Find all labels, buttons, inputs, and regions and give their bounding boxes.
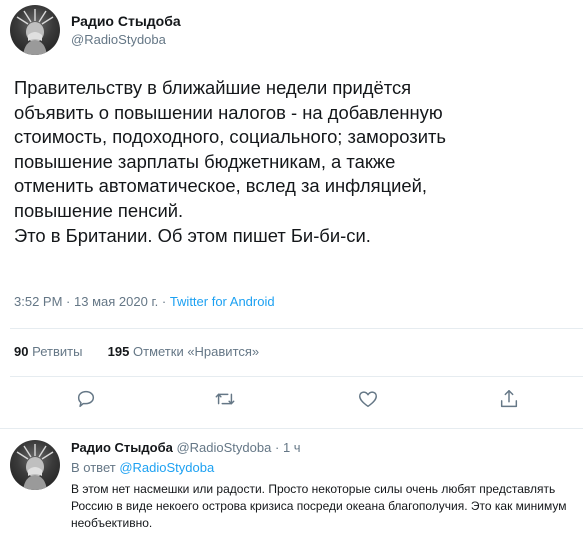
author-handle[interactable]: @RadioStydoba (71, 32, 166, 47)
reply-age[interactable]: 1 ч (283, 440, 301, 455)
avatar[interactable] (10, 5, 60, 55)
tweet-time[interactable]: 3:52 PM (14, 294, 62, 309)
avatar-image (16, 444, 54, 490)
retweets-stat[interactable]: 90 Ретвиты (14, 344, 82, 359)
avatar-image (16, 9, 54, 55)
reply-author-handle[interactable]: @RadioStydoba (176, 440, 271, 455)
divider (10, 376, 583, 377)
in-reply-to: В ответ @RadioStydoba (71, 460, 214, 475)
tweet-meta: 3:52 PM · 13 мая 2020 г. · Twitter for A… (14, 294, 275, 309)
heart-icon[interactable] (357, 388, 379, 410)
tweet-text: Правительству в ближайшие недели придётс… (14, 77, 447, 246)
retweets-label: Ретвиты (32, 344, 83, 359)
likes-stat[interactable]: 195 Отметки «Нравится» (108, 344, 259, 359)
action-bar (0, 388, 583, 418)
in-reply-to-link[interactable]: @RadioStydoba (119, 460, 214, 475)
divider (10, 328, 583, 329)
retweets-count: 90 (14, 344, 29, 359)
avatar[interactable] (10, 440, 60, 490)
author-name[interactable]: Радио Стыдоба (71, 13, 181, 29)
chevron-down-icon[interactable] (553, 5, 573, 25)
reply-author-name[interactable]: Радио Стыдоба (71, 440, 173, 455)
reply-icon[interactable] (75, 388, 97, 410)
tweet-date[interactable]: 13 мая 2020 г. (74, 294, 158, 309)
meta-separator: · (66, 294, 71, 309)
likes-label: Отметки «Нравится» (133, 344, 260, 359)
reply-header: Радио Стыдоба @RadioStydoba · 1 ч (71, 440, 301, 455)
likes-count: 195 (107, 344, 130, 359)
share-icon[interactable] (498, 388, 520, 410)
meta-separator: · (274, 440, 280, 455)
retweet-icon[interactable] (214, 388, 236, 410)
in-reply-prefix: В ответ (71, 460, 116, 475)
tweet-source-link[interactable]: Twitter for Android (170, 294, 275, 309)
meta-separator: · (161, 294, 167, 309)
divider (0, 428, 583, 429)
reply-text: В этом нет насмешки или радости. Просто … (71, 482, 567, 530)
tweet-stats: 90 Ретвиты 195 Отметки «Нравится» (14, 344, 259, 359)
